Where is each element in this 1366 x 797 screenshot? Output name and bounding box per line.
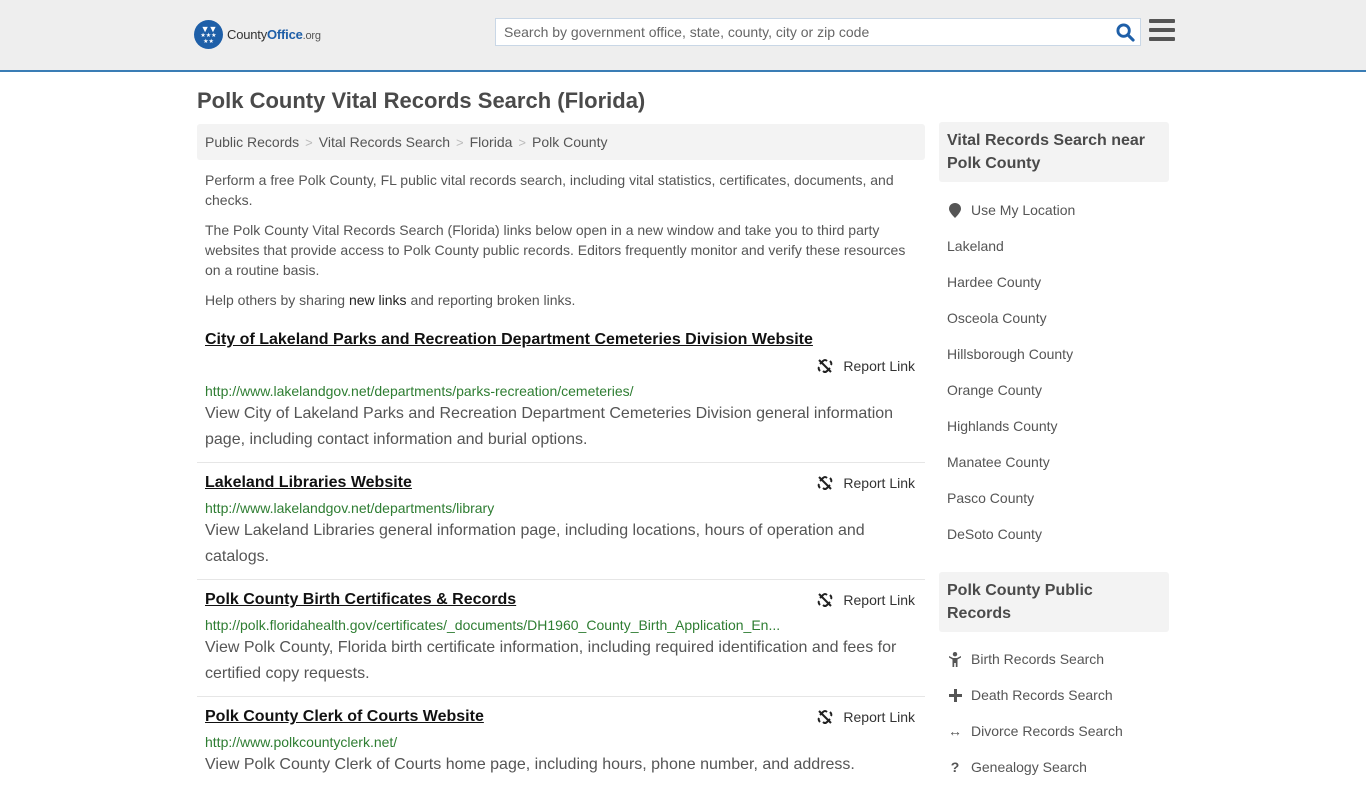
breadcrumb-public-records[interactable]: Public Records: [205, 134, 299, 150]
breadcrumb-separator: >: [456, 134, 464, 150]
nearby-item: DeSoto County: [947, 526, 1042, 542]
logo-text: CountyOffice.org: [227, 27, 321, 42]
search-button[interactable]: [1110, 19, 1140, 45]
intro-share-text: and reporting broken links.: [406, 292, 576, 308]
public-records-item: Birth Records Search: [947, 651, 1104, 667]
use-my-location-item: Use My Location: [947, 202, 1075, 218]
report-link-button[interactable]: Report Link: [817, 592, 915, 608]
breadcrumb-vital-records-search[interactable]: Vital Records Search: [319, 134, 450, 150]
logo-text-office: Office: [267, 27, 303, 42]
intro-paragraph: The Polk County Vital Records Search (Fl…: [205, 222, 906, 278]
nearby-item: Pasco County: [947, 490, 1034, 506]
report-link-label: Report Link: [843, 709, 915, 725]
site-header: ▼▼ ★★★ ★★ CountyOffice.org: [0, 0, 1366, 72]
public-records-item: ↔ Divorce Records Search: [947, 723, 1123, 739]
sidebar-heading-nearby: Vital Records Search near Polk County: [939, 122, 1169, 182]
menu-bar-icon: [1149, 37, 1175, 41]
map-marker-icon: [947, 202, 963, 218]
result-description: View Polk County, Florida birth certific…: [205, 639, 897, 682]
death-records-search-link[interactable]: Death Records Search: [971, 687, 1113, 703]
nearby-item: Hardee County: [947, 274, 1041, 290]
nearby-item: Lakeland: [947, 238, 1004, 254]
logo-text-tld: .org: [302, 30, 321, 42]
nearby-item: Osceola County: [947, 310, 1047, 326]
breadcrumb-polk-county[interactable]: Polk County: [532, 134, 607, 150]
hamburger-menu-button[interactable]: [1149, 18, 1175, 42]
nearby-link-desoto-county[interactable]: DeSoto County: [947, 526, 1042, 542]
cross-icon: [947, 688, 963, 702]
site-logo[interactable]: ▼▼ ★★★ ★★ CountyOffice.org: [194, 20, 321, 49]
nearby-link-hardee-county[interactable]: Hardee County: [947, 274, 1041, 290]
nearby-item: Highlands County: [947, 418, 1058, 434]
report-link-label: Report Link: [843, 358, 915, 374]
nearby-link-manatee-county[interactable]: Manatee County: [947, 454, 1050, 470]
sidebar-heading-public-records: Polk County Public Records: [939, 572, 1169, 632]
report-link-button[interactable]: Report Link: [817, 358, 915, 374]
report-link-button[interactable]: Report Link: [817, 475, 915, 491]
arrows-horizontal-icon: ↔: [948, 723, 962, 739]
birth-records-search-link[interactable]: Birth Records Search: [971, 651, 1104, 667]
report-link-label: Report Link: [843, 592, 915, 608]
result-item: Polk County Clerk of Courts Website Repo…: [197, 697, 925, 797]
result-item: City of Lakeland Parks and Recreation De…: [197, 324, 925, 463]
new-links-link[interactable]: new links: [349, 292, 407, 308]
nearby-link-osceola-county[interactable]: Osceola County: [947, 310, 1047, 326]
result-url-link[interactable]: http://polk.floridahealth.gov/certificat…: [205, 617, 780, 633]
nearby-link-pasco-county[interactable]: Pasco County: [947, 490, 1034, 506]
intro-paragraph: Perform a free Polk County, FL public vi…: [205, 172, 894, 208]
nearby-link-lakeland[interactable]: Lakeland: [947, 238, 1004, 254]
search-icon: [1115, 22, 1135, 42]
intro-paragraph-share: Help others by sharing new links and rep…: [205, 290, 917, 310]
nearby-item: Hillsborough County: [947, 346, 1073, 362]
report-link-button[interactable]: Report Link: [817, 709, 915, 725]
search-bar: [495, 18, 1141, 46]
report-link-label: Report Link: [843, 475, 915, 491]
nearby-link-hillsborough-county[interactable]: Hillsborough County: [947, 346, 1073, 362]
page-title: Polk County Vital Records Search (Florid…: [197, 88, 646, 113]
intro-text: Perform a free Polk County, FL public vi…: [205, 170, 917, 320]
result-item: Polk County Birth Certificates & Records…: [197, 580, 925, 697]
child-icon: [947, 651, 963, 667]
broken-link-icon: [818, 359, 833, 373]
result-title-link[interactable]: Lakeland Libraries Website: [205, 474, 412, 492]
result-url-link[interactable]: http://www.lakelandgov.net/departments/l…: [205, 500, 494, 516]
search-input[interactable]: [496, 19, 1110, 45]
menu-bar-icon: [1149, 19, 1175, 23]
public-records-item: ? Genealogy Search: [947, 759, 1087, 775]
result-url-link[interactable]: http://www.polkcountyclerk.net/: [205, 734, 397, 750]
result-description: View City of Lakeland Parks and Recreati…: [205, 405, 894, 448]
public-records-item: Death Records Search: [947, 687, 1113, 703]
result-title-link[interactable]: Polk County Clerk of Courts Website: [205, 708, 484, 726]
intro-share-text: Help others by sharing: [205, 292, 349, 308]
question-icon: ?: [950, 759, 960, 775]
result-title-link[interactable]: Polk County Birth Certificates & Records: [205, 591, 516, 609]
use-my-location-link[interactable]: Use My Location: [971, 202, 1075, 218]
result-item: Lakeland Libraries Website Report Link h…: [197, 463, 925, 580]
nearby-item: Manatee County: [947, 454, 1050, 470]
divorce-records-search-link[interactable]: Divorce Records Search: [971, 723, 1123, 739]
nearby-item: Orange County: [947, 382, 1042, 398]
genealogy-search-link[interactable]: Genealogy Search: [971, 759, 1087, 775]
sidebar: Vital Records Search near Polk County Us…: [939, 122, 1169, 775]
result-url-link[interactable]: http://www.lakelandgov.net/departments/p…: [205, 383, 634, 399]
nearby-link-orange-county[interactable]: Orange County: [947, 382, 1042, 398]
result-description: View Lakeland Libraries general informat…: [205, 522, 865, 565]
breadcrumb-separator: >: [305, 134, 313, 150]
nearby-link-highlands-county[interactable]: Highlands County: [947, 418, 1058, 434]
breadcrumb: Public Records > Vital Records Search > …: [197, 124, 925, 160]
breadcrumb-florida[interactable]: Florida: [470, 134, 513, 150]
broken-link-icon: [818, 476, 833, 490]
menu-bar-icon: [1149, 28, 1175, 32]
result-title-link[interactable]: City of Lakeland Parks and Recreation De…: [205, 331, 813, 349]
result-description: View Polk County Clerk of Courts home pa…: [205, 756, 855, 773]
breadcrumb-separator: >: [518, 134, 526, 150]
logo-text-county: County: [227, 27, 267, 42]
eagle-logo-icon: ▼▼ ★★★ ★★: [194, 20, 223, 49]
broken-link-icon: [818, 710, 833, 724]
broken-link-icon: [818, 593, 833, 607]
